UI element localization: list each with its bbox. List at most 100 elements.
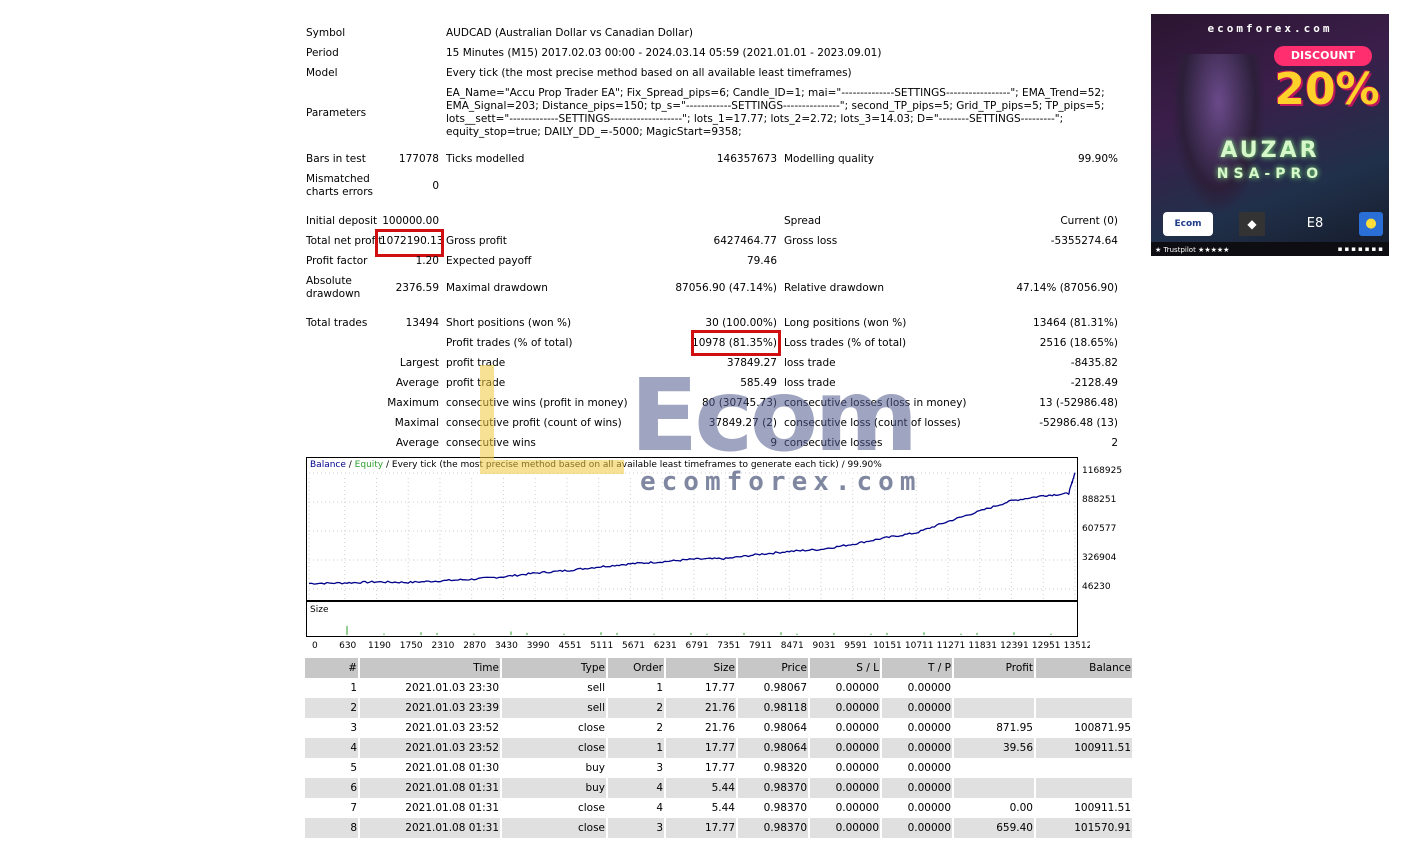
y-tick-label: 888251 <box>1082 495 1117 505</box>
maximal-drawdown-value: 87056.90 (47.14%) <box>675 282 777 294</box>
stat-a-label: consecutive wins <box>446 437 536 449</box>
stat-b-label: loss trade <box>784 357 836 369</box>
parameters-line: equity_stop=true; DAILY_DD_=-5000; Magic… <box>446 126 742 138</box>
column-header: Type <box>502 658 606 678</box>
spread-label: Spread <box>784 215 821 227</box>
table-cell: 21.76 <box>704 722 735 734</box>
gross-profit-value: 6427464.77 <box>713 235 777 247</box>
x-tick-label: 9031 <box>813 641 836 651</box>
net-profit-label: Total net profit <box>306 235 383 247</box>
stat-b-label: consecutive losses <box>784 437 883 449</box>
x-axis: 0 630 1190 1750 2310 2870 3430 3990 4551 5111 5671… <box>312 641 1090 651</box>
x-tick-label: 1190 <box>368 641 391 651</box>
column-header: # <box>305 658 358 678</box>
table-cell: 0.98370 <box>738 818 808 838</box>
table-row: 3 2021.01.03 23:52 close 2 21.76 0.98064 0.000… <box>305 718 1132 738</box>
balance-plot <box>308 472 1077 600</box>
table-cell: 0.00000 <box>810 778 880 798</box>
size-plot <box>346 625 1052 635</box>
ad-logos: Ecom ◆ E8 ● <box>1163 212 1383 238</box>
bars-label: Bars in test <box>306 153 366 165</box>
ticks-value: 146357673 <box>716 153 777 165</box>
y-tick-label: 607577 <box>1082 524 1117 534</box>
table-cell: 2021.01.03 23:52 <box>360 738 500 758</box>
x-tick-label: 10151 <box>873 641 902 651</box>
table-row: 8 2021.01.08 01:31 close 3 17.77 0.98370 0.000… <box>305 818 1132 838</box>
table-cell: close <box>577 722 605 734</box>
table-cell <box>954 698 1034 718</box>
x-tick-label: 5671 <box>622 641 645 651</box>
table-cell: buy <box>502 778 606 798</box>
table-cell: 0.00000 <box>907 802 951 814</box>
table-cell: close <box>577 802 605 814</box>
ad-banner[interactable]: ecomforex.com DISCOUNT 20% AUZAR NSA-PRO… <box>1151 14 1389 256</box>
stat-prefix: Largest <box>399 357 439 369</box>
ticks-label: Ticks modelled <box>446 153 525 165</box>
x-tick-label: 12391 <box>1000 641 1029 651</box>
table-cell: 0.00000 <box>835 722 879 734</box>
table-cell: 2 <box>608 698 664 718</box>
stat-b-value: -2128.49 <box>1070 377 1118 389</box>
table-cell: 21.76 <box>666 698 736 718</box>
gross-loss-label: Gross loss <box>784 235 838 247</box>
long-positions-label: Long positions (won %) <box>784 317 907 329</box>
stat-a-value: 80 (30745.73) <box>702 397 777 409</box>
table-cell: 1 <box>608 738 664 758</box>
parameters-line: lots__sett="-------------SETTINGS-------… <box>446 113 1064 125</box>
parameters-line: EA_Name="Accu Prop Trader EA"; Fix_Sprea… <box>446 87 1105 99</box>
x-tick-label: 9591 <box>844 641 867 651</box>
short-positions-value: 30 (100.00%) <box>705 317 777 329</box>
table-cell: 100911.51 <box>1074 802 1131 814</box>
stat-b-label: loss trade <box>784 377 836 389</box>
table-cell: 0.00000 <box>835 802 879 814</box>
profit-trades-highlight <box>691 330 781 356</box>
gross-profit-label: Gross profit <box>446 235 507 247</box>
table-cell <box>1036 698 1132 718</box>
table-cell: 1 <box>350 682 357 694</box>
x-tick-label: 7351 <box>717 641 740 651</box>
absolute-drawdown-label: drawdown <box>306 288 361 300</box>
stat-prefix: Average <box>395 377 439 389</box>
relative-drawdown-value: 47.14% (87056.90) <box>1016 282 1118 294</box>
balance-chart: Balance / Equity / Every tick (the most … <box>306 457 1078 601</box>
table-cell: 0.00000 <box>810 818 880 838</box>
stat-b-value: 13 (-52986.48) <box>1039 397 1118 409</box>
absolute-drawdown-label: Absolute <box>306 275 352 287</box>
table-cell: 0.00000 <box>882 738 952 758</box>
symbol-label: Symbol <box>306 27 346 39</box>
table-cell: 5 <box>350 762 357 774</box>
size-chart: Size <box>306 601 1078 637</box>
expected-payoff-label: Expected payoff <box>446 255 532 267</box>
column-header: Price <box>738 658 808 678</box>
gross-loss-value: -5355274.64 <box>1050 235 1118 247</box>
ad-brand: ecomforex.com <box>1207 22 1333 35</box>
x-tick-label: 6791 <box>686 641 709 651</box>
table-cell <box>954 758 1034 778</box>
table-cell: 659.40 <box>954 818 1034 838</box>
trades-header-row: # Time Type Order Size Price S / LT / P Profit B… <box>305 658 1132 678</box>
table-cell: 0.00000 <box>835 682 879 694</box>
table-cell: 0.98067 <box>763 682 807 694</box>
table-cell: 100871.95 <box>1074 722 1131 734</box>
profit-trades-label: Profit trades (% of total) <box>446 337 573 349</box>
model-label: Model <box>306 67 338 79</box>
trustpilot-rating: ★ Trustpilot ★★★★★ <box>1155 246 1230 254</box>
ad-footer-bar: ★ Trustpilot ★★★★★ ▪▪▪▪▪▪▪ <box>1151 242 1389 256</box>
x-tick-label: 0 <box>312 641 318 651</box>
expected-payoff-value: 79.46 <box>746 255 777 267</box>
period-label: Period <box>306 47 339 59</box>
period-value: 15 Minutes (M15) 2017.02.03 00:00 - 2024… <box>446 47 882 59</box>
table-cell <box>1036 778 1132 798</box>
table-cell: 0.00000 <box>810 738 880 758</box>
stat-a-label: consecutive profit (count of wins) <box>446 417 622 429</box>
long-positions-value: 13464 (81.31%) <box>1033 317 1118 329</box>
x-tick-label: 12951 <box>1032 641 1061 651</box>
x-tick-label: 2310 <box>432 641 455 651</box>
column-header: Time <box>360 658 500 678</box>
table-cell: 0.00000 <box>907 762 951 774</box>
table-cell: 3 <box>656 762 663 774</box>
parameters-line: EMA_Signal=203; Distance_pips=150; tp_s=… <box>446 100 1105 112</box>
table-cell <box>1036 678 1132 698</box>
stat-b-label: consecutive losses (loss in money) <box>784 397 967 409</box>
column-header: Size <box>666 658 736 678</box>
